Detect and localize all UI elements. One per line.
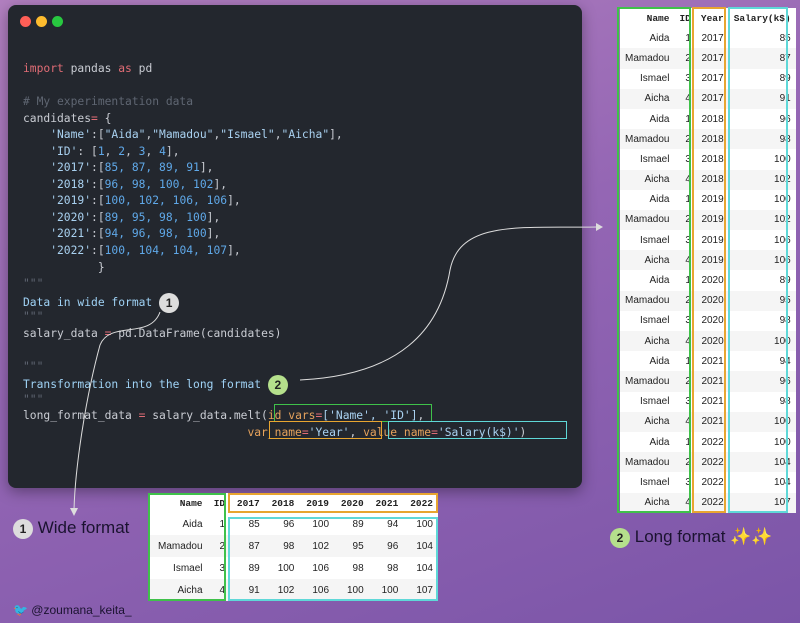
long-format-label: 2 Long format ✨✨ (610, 527, 773, 548)
wide-id-highlight (148, 493, 226, 601)
long-id-highlight (617, 7, 691, 513)
wide-values-highlight (228, 517, 438, 601)
twitter-icon: 🐦 (13, 603, 28, 617)
wide-years-highlight (228, 493, 438, 513)
wide-format-text: Wide format (37, 518, 130, 537)
long-year-highlight (692, 7, 726, 513)
footer: 🐦 @zoumana_keita_ (13, 603, 132, 617)
badge-2: 2 (610, 527, 630, 548)
twitter-handle[interactable]: @zoumana_keita_ (31, 603, 131, 617)
long-format-text: Long format ✨✨ (634, 527, 773, 546)
badge-1: 1 (13, 518, 33, 539)
long-salary-highlight (728, 7, 788, 513)
wide-format-label: 1 Wide format (13, 518, 129, 539)
